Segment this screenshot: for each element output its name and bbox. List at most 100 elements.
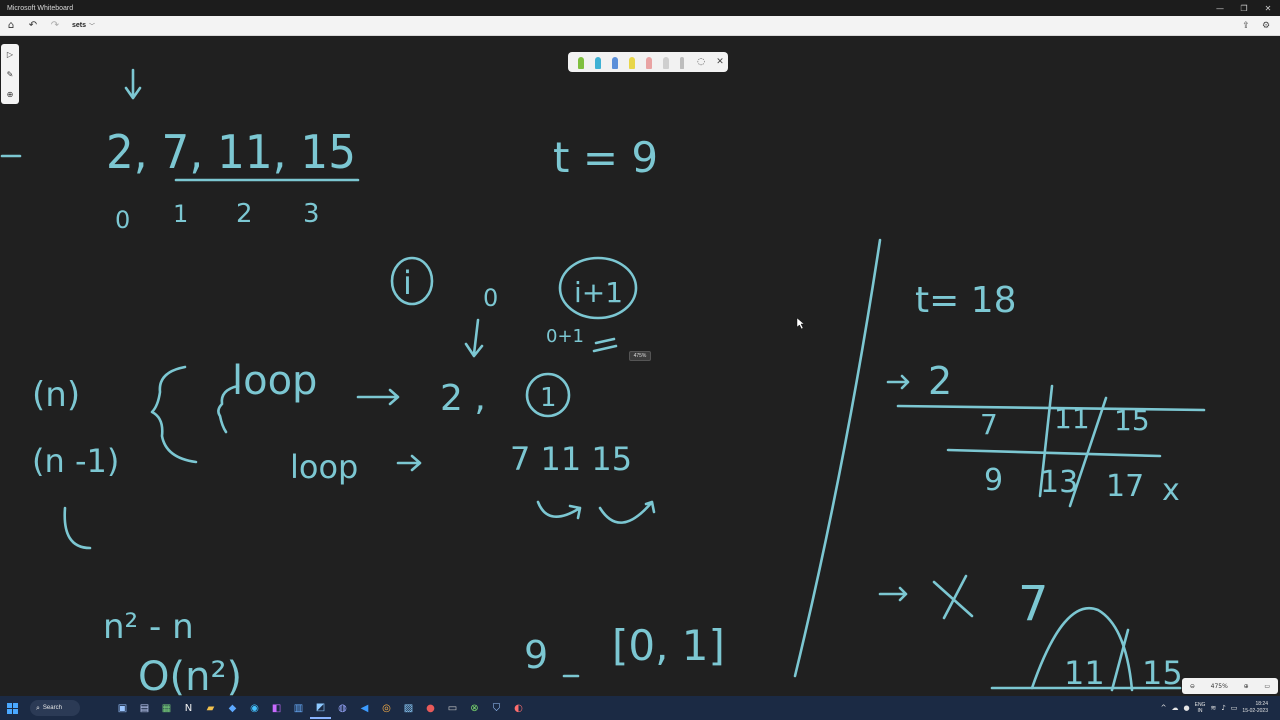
zoom-controls: ⊖ 475% ⊕ ▭ (1182, 678, 1278, 694)
board-name-menu[interactable]: sets ﹀ (72, 21, 95, 30)
taskbar-search[interactable]: ⌕ Search (30, 700, 80, 716)
small-bracket-stroke (63, 506, 92, 550)
mic-icon[interactable]: ● (1184, 704, 1190, 712)
photos-icon[interactable]: ▨ (398, 697, 419, 719)
taskbar: ⌕ Search ▣ ▤ ▦ N ▰ ◆ ◉ ◧ ▥ ◩ ◍ ◀ ◎ ▨ ● ▭… (0, 696, 1280, 720)
cross-mark (932, 574, 974, 620)
highlighter-icon[interactable] (642, 55, 656, 69)
window-title: Microsoft Whiteboard (7, 4, 74, 12)
edge-browser-icon[interactable]: ◉ (244, 697, 265, 719)
discord-icon[interactable]: ◍ (332, 697, 353, 719)
n-minus-1: (n -1) (32, 442, 119, 480)
insert-tool-icon[interactable]: ⊕ (7, 90, 14, 99)
app-excel-icon[interactable]: ▦ (156, 697, 177, 719)
battery-icon[interactable]: ▭ (1231, 704, 1238, 712)
zoom-in-icon[interactable]: ⊕ (1244, 683, 1249, 690)
row1-11: 11 (1054, 402, 1090, 435)
search-label: Search (42, 705, 62, 711)
system-tray: ^ ☁ ● ENG IN ≋ ♪ ▭ 18:24 15-02-2023 (1161, 696, 1280, 720)
zoom-out-icon[interactable]: ⊖ (1190, 683, 1195, 690)
search-icon: ⌕ (36, 703, 40, 712)
pen-green-icon[interactable] (574, 55, 588, 69)
side-toolbar: ▷ ✎ ⊕ (1, 44, 19, 104)
restore-button[interactable]: ❐ (1232, 0, 1256, 16)
ink-tool-icon[interactable]: ✎ (7, 70, 14, 79)
curve-arrow-1 (536, 500, 582, 520)
calendar-icon[interactable]: ▥ (288, 697, 309, 719)
whiteboard-app-icon[interactable]: ◩ (310, 697, 331, 719)
target-t18: t= 18 (915, 280, 1017, 321)
i-circle (390, 256, 434, 306)
loop-1: loop (232, 358, 317, 404)
chrome-icon[interactable]: ◎ (376, 697, 397, 719)
table-middle-line (946, 448, 1162, 458)
row2-9: 9 (984, 463, 1003, 498)
lasso-icon[interactable]: ◌ (693, 54, 709, 70)
vscode-icon[interactable]: ◀ (354, 697, 375, 719)
share-icon[interactable]: ⇪ (1236, 16, 1256, 36)
row2-cross: x (1162, 473, 1180, 508)
onenote-icon[interactable]: ◧ (266, 697, 287, 719)
index-0: 0 (115, 206, 130, 234)
app-toolbar: ⌂ ↶ ↷ sets ﹀ ⇪ ⚙ (0, 16, 1280, 36)
clock[interactable]: 18:24 15-02-2023 (1242, 701, 1268, 715)
start-button[interactable] (0, 696, 24, 720)
clock-time: 18:24 (1255, 701, 1268, 707)
taskbar-apps: ▣ ▤ ▦ N ▰ ◆ ◉ ◧ ▥ ◩ ◍ ◀ ◎ ▨ ● ▭ ⊗ ⛉ ◐ (112, 697, 529, 719)
seq-values: 7 11 15 (510, 440, 632, 478)
ink-text: 2, 7, 11, 15 0 1 2 3 t = 9 i 0 i+1 0+1 1… (32, 125, 1183, 696)
close-tray-icon[interactable]: ✕ (712, 54, 728, 70)
complexity-1: n² - n (103, 607, 194, 647)
mark-one: 1 (540, 383, 557, 413)
cloud-icon[interactable]: ☁ (1172, 704, 1179, 712)
input-language[interactable]: ENG IN (1195, 702, 1206, 714)
target-t9: t = 9 (553, 133, 658, 182)
bottom-11: 11 (1064, 654, 1105, 692)
volume-icon[interactable]: ♪ (1221, 704, 1225, 712)
arrow-loop1 (356, 388, 400, 406)
app-misc-icon[interactable]: ◐ (508, 697, 529, 719)
settings-gear-icon[interactable]: ⚙ (1256, 16, 1276, 36)
file-explorer-icon[interactable]: ▰ (200, 697, 221, 719)
widgets-icon[interactable]: ▤ (134, 697, 155, 719)
pen-tray: ◌ ✕ (568, 52, 728, 72)
zoom-tooltip: 475% (629, 351, 651, 361)
mouse-cursor-icon (796, 317, 805, 330)
close-window-button[interactable]: ✕ (1256, 0, 1280, 16)
app-red-icon[interactable]: ● (420, 697, 441, 719)
xbox-icon[interactable]: ⊗ (464, 697, 485, 719)
pen-yellow-highlighter-icon[interactable] (625, 55, 639, 69)
select-tool-icon[interactable]: ▷ (7, 50, 13, 59)
redo-icon[interactable]: ↷ (44, 16, 66, 36)
home-icon[interactable]: ⌂ (0, 16, 22, 36)
pen-cyan-icon[interactable] (591, 55, 605, 69)
terminal-icon[interactable]: ▭ (442, 697, 463, 719)
security-icon[interactable]: ⛉ (486, 697, 507, 719)
eraser-icon[interactable] (659, 55, 673, 69)
windows-logo-icon (6, 702, 18, 714)
ruler-icon[interactable] (676, 55, 690, 69)
whiteboard-canvas[interactable]: 2, 7, 11, 15 0 1 2 3 t = 9 i 0 i+1 0+1 1… (0, 36, 1280, 696)
outer-brace (150, 365, 198, 464)
arrow-down-stroke (124, 68, 142, 100)
array-values: 2, 7, 11, 15 (106, 125, 356, 179)
wifi-icon[interactable]: ≋ (1210, 704, 1216, 712)
undo-icon[interactable]: ↶ (22, 16, 44, 36)
minimize-button[interactable]: — (1208, 0, 1232, 16)
window-controls: — ❐ ✕ (1208, 0, 1280, 16)
index-2: 2 (236, 199, 253, 229)
row-label-2: 2 (928, 359, 952, 403)
fit-to-screen-icon[interactable]: ▭ (1264, 683, 1270, 690)
pen-blue-icon[interactable] (608, 55, 622, 69)
store-icon[interactable]: ◆ (222, 697, 243, 719)
arrow-loop2 (396, 454, 422, 472)
complexity-2: O(n²) (138, 654, 242, 696)
row2-13: 13 (1040, 465, 1078, 500)
task-view-icon[interactable]: ▣ (112, 697, 133, 719)
app-notion-icon[interactable]: N (178, 697, 199, 719)
ink-layer: 2, 7, 11, 15 0 1 2 3 t = 9 i 0 i+1 0+1 1… (0, 68, 1206, 696)
zoom-level[interactable]: 475% (1211, 683, 1228, 690)
chevron-up-icon[interactable]: ^ (1161, 704, 1167, 712)
j-label: i+1 (574, 276, 623, 309)
i-zero: 0 (483, 284, 498, 312)
